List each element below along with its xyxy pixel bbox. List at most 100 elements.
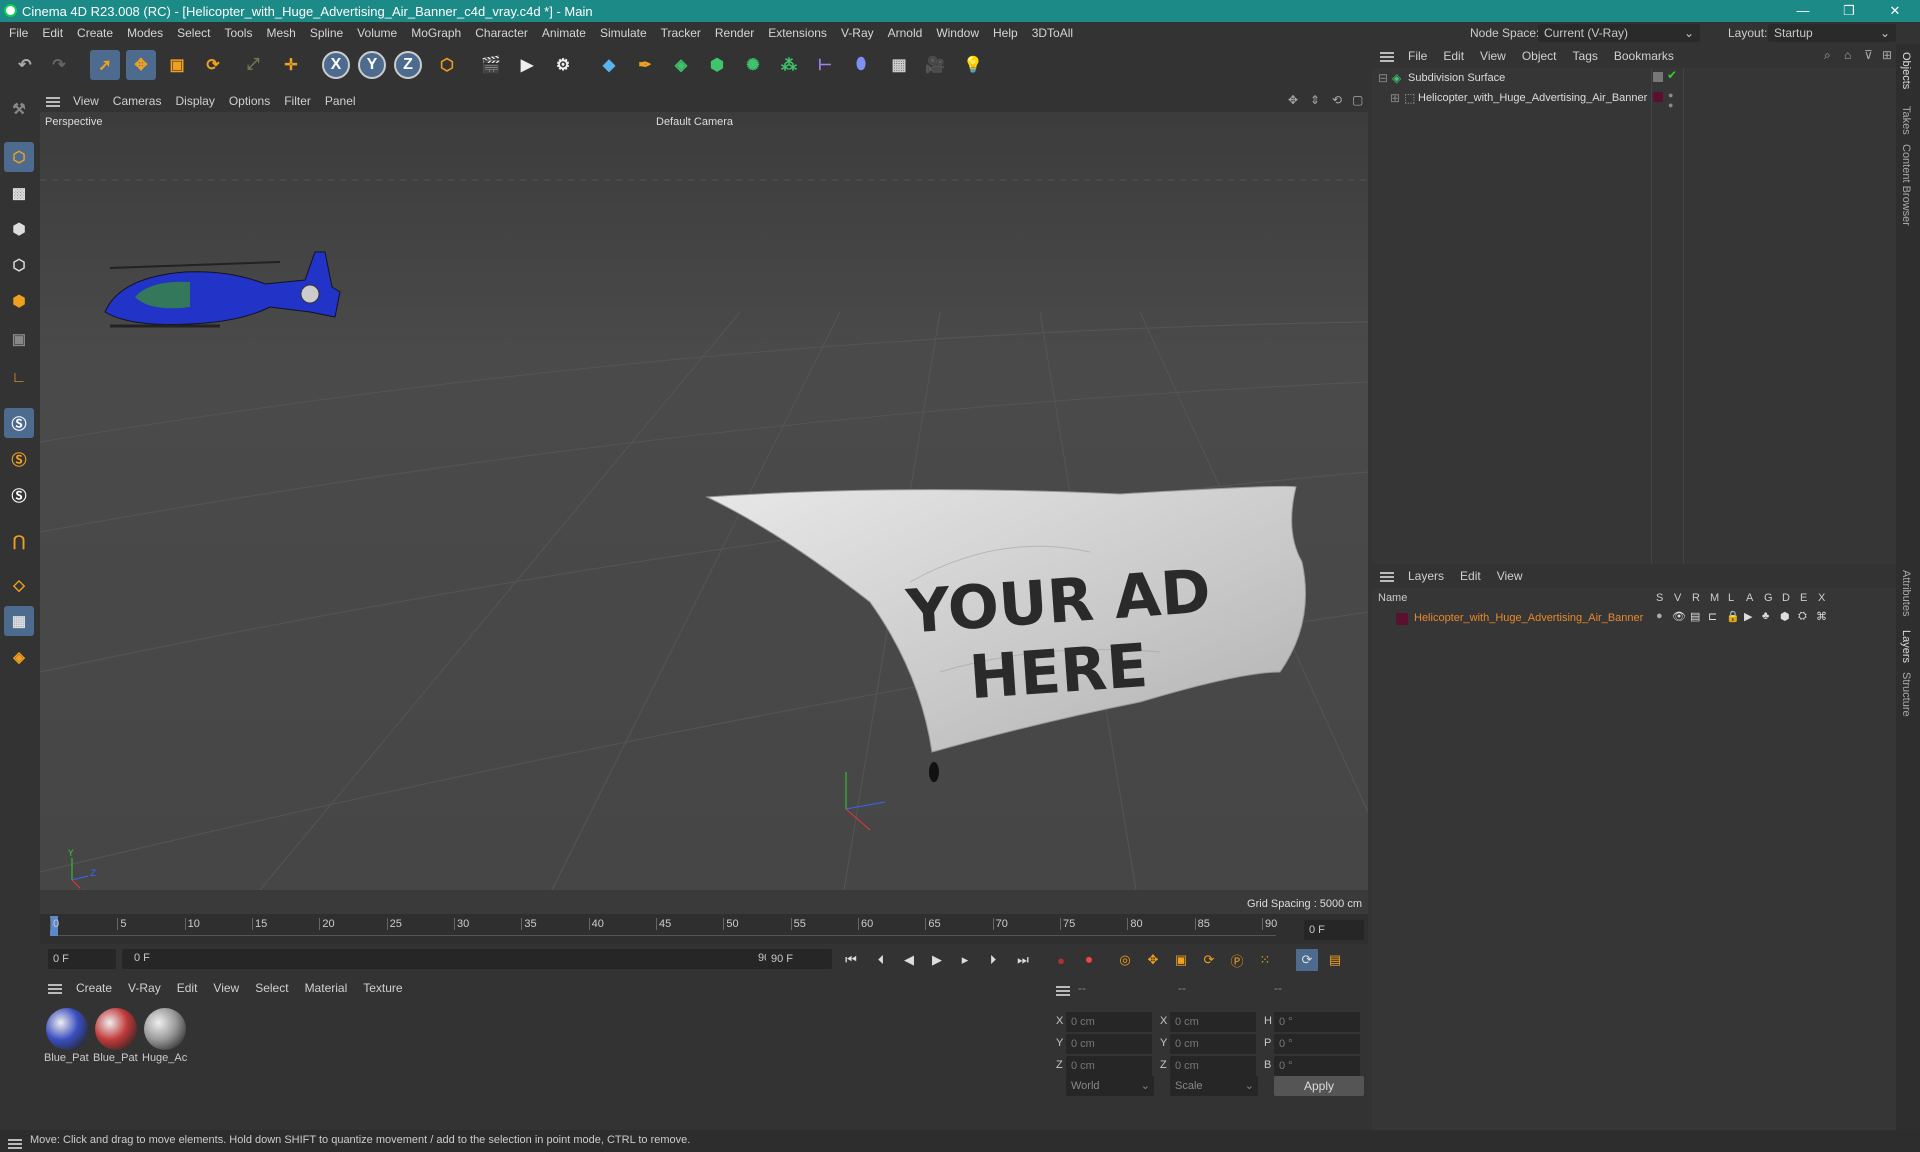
xref-icon[interactable]: ⌘: [1816, 610, 1827, 623]
end-frame-field[interactable]: 90 F: [766, 949, 832, 969]
scale-tool-icon[interactable]: ▣: [162, 50, 192, 80]
start-frame-field[interactable]: 0 F: [48, 949, 116, 969]
tab-content-browser[interactable]: Content Browser: [1900, 144, 1912, 226]
floor-icon[interactable]: ▦: [884, 50, 914, 80]
edge-mode-icon[interactable]: ⬡: [4, 250, 34, 280]
enabled-check-icon[interactable]: ✔: [1667, 68, 1677, 82]
layer-column-header[interactable]: S: [1656, 592, 1663, 604]
material-item[interactable]: Blue_Pat: [44, 1006, 90, 1072]
layer-menu-view[interactable]: View: [1489, 564, 1531, 588]
extrude-icon[interactable]: ⬢: [702, 50, 732, 80]
coord-value-field[interactable]: 0 cm: [1170, 1056, 1256, 1076]
recent-tool-icon[interactable]: ⤢: [238, 50, 268, 80]
menu-tracker[interactable]: Tracker: [654, 22, 708, 44]
tab-layers[interactable]: Layers: [1900, 630, 1912, 663]
coord-value-field[interactable]: 0 cm: [1066, 1056, 1152, 1076]
search-icon[interactable]: ⌕: [1824, 48, 1831, 63]
make-editable-icon[interactable]: ⚒: [4, 94, 34, 124]
magnet-icon[interactable]: ⋂: [4, 526, 34, 556]
maximize-button[interactable]: ❐: [1826, 0, 1872, 22]
axis-mode-icon[interactable]: ∟: [4, 362, 34, 392]
manager-icon[interactable]: ⊏: [1708, 610, 1717, 623]
current-frame-field[interactable]: 0 F: [1304, 920, 1364, 940]
menu-extensions[interactable]: Extensions: [761, 22, 834, 44]
maximize-view-icon[interactable]: ▢: [1352, 93, 1363, 107]
layer-column-header[interactable]: M: [1710, 592, 1719, 604]
rotate-view-icon[interactable]: ⟲: [1332, 93, 1342, 107]
mat-menu-view[interactable]: View: [205, 976, 247, 1000]
timeline-settings-icon[interactable]: ▤: [1324, 949, 1346, 971]
menu-character[interactable]: Character: [468, 22, 535, 44]
coord-value-field[interactable]: 0 cm: [1170, 1034, 1256, 1054]
deformer-icon[interactable]: ⊢: [810, 50, 840, 80]
menu-mograph[interactable]: MoGraph: [404, 22, 468, 44]
object-row-helicopter[interactable]: ⊞ ⬚ Helicopter_with_Huge_Advertising_Air…: [1372, 88, 1896, 110]
locked-workplane-icon[interactable]: ◈: [4, 642, 34, 672]
camera-icon[interactable]: 🎥: [920, 50, 950, 80]
vp-menu-view[interactable]: View: [66, 90, 106, 112]
snap-icon[interactable]: Ⓢ: [4, 408, 34, 438]
tab-structure[interactable]: Structure: [1900, 672, 1912, 717]
layer-column-header[interactable]: X: [1818, 592, 1825, 604]
layer-color-swatch[interactable]: [1653, 92, 1663, 102]
autokey-icon[interactable]: ⏺: [1078, 949, 1100, 971]
layer-name[interactable]: Helicopter_with_Huge_Advertising_Air_Ban…: [1414, 612, 1643, 624]
obj-menu-object[interactable]: Object: [1514, 44, 1565, 68]
coord-value-field[interactable]: 0 cm: [1170, 1012, 1256, 1032]
mat-menu-texture[interactable]: Texture: [355, 976, 410, 1000]
uv-mode-icon[interactable]: ▣: [4, 324, 34, 354]
layer-column-header[interactable]: V: [1674, 592, 1681, 604]
apply-button[interactable]: Apply: [1274, 1076, 1364, 1096]
obj-menu-edit[interactable]: Edit: [1435, 44, 1472, 68]
move-tool-icon[interactable]: ✥: [126, 50, 156, 80]
material-item[interactable]: Huge_Ac: [142, 1006, 188, 1072]
texture-mode-icon[interactable]: ▩: [4, 178, 34, 208]
coord-value-field[interactable]: 0 °: [1274, 1056, 1360, 1076]
hamburger-icon[interactable]: [8, 1138, 22, 1149]
menu-select[interactable]: Select: [170, 22, 217, 44]
light-icon[interactable]: 💡: [958, 50, 988, 80]
minimize-button[interactable]: —: [1780, 0, 1826, 22]
hamburger-icon[interactable]: [46, 96, 60, 107]
menu-window[interactable]: Window: [929, 22, 986, 44]
menu-animate[interactable]: Animate: [535, 22, 593, 44]
filter-icon[interactable]: ⊽: [1864, 48, 1873, 62]
render-icon[interactable]: ▤: [1690, 610, 1700, 623]
new-window-icon[interactable]: ⊞: [1882, 48, 1892, 62]
z-axis-lock-icon[interactable]: Z: [394, 51, 422, 79]
layer-column-header[interactable]: E: [1800, 592, 1807, 604]
layer-column-header[interactable]: G: [1764, 592, 1773, 604]
snap-settings-icon[interactable]: Ⓢ: [4, 444, 34, 474]
mat-menu-material[interactable]: Material: [297, 976, 356, 1000]
obj-menu-bookmarks[interactable]: Bookmarks: [1606, 44, 1682, 68]
mat-menu-edit[interactable]: Edit: [169, 976, 206, 1000]
collapse-icon[interactable]: ⊟: [1378, 71, 1388, 85]
deformers-icon[interactable]: ⬢: [1780, 610, 1790, 623]
mograph-icon[interactable]: ⁂: [774, 50, 804, 80]
layout-dropdown[interactable]: Startup ⌄: [1768, 24, 1896, 42]
scale-key-icon[interactable]: ▣: [1170, 949, 1192, 971]
vp-menu-panel[interactable]: Panel: [318, 90, 363, 112]
menu-help[interactable]: Help: [986, 22, 1025, 44]
rotate-tool-icon[interactable]: ⟳: [198, 50, 228, 80]
layer-menu-layers[interactable]: Layers: [1400, 564, 1452, 588]
vp-menu-cameras[interactable]: Cameras: [106, 90, 169, 112]
layer-menu-edit[interactable]: Edit: [1452, 564, 1489, 588]
camera-label[interactable]: Default Camera: [656, 116, 733, 128]
menu-spline[interactable]: Spline: [303, 22, 350, 44]
close-button[interactable]: ✕: [1872, 0, 1918, 22]
hamburger-icon[interactable]: [1380, 571, 1394, 582]
animation-icon[interactable]: ▶: [1744, 610, 1752, 623]
menu-tools[interactable]: Tools: [217, 22, 259, 44]
object-row-subdivision[interactable]: ⊟ ◈ Subdivision Surface ✔: [1372, 68, 1896, 88]
x-axis-lock-icon[interactable]: X: [322, 51, 350, 79]
layer-column-header[interactable]: A: [1746, 592, 1753, 604]
tab-attributes[interactable]: Attributes: [1900, 570, 1912, 616]
model-mode-icon[interactable]: ⬡: [4, 142, 34, 172]
view-icon[interactable]: 👁: [1672, 610, 1686, 623]
parameter-key-icon[interactable]: Ⓟ: [1226, 949, 1248, 971]
layer-column-header[interactable]: Name: [1378, 592, 1407, 604]
mat-menu-select[interactable]: Select: [247, 976, 296, 1000]
y-axis-lock-icon[interactable]: Y: [358, 51, 386, 79]
redo-icon[interactable]: ↷: [44, 50, 74, 80]
